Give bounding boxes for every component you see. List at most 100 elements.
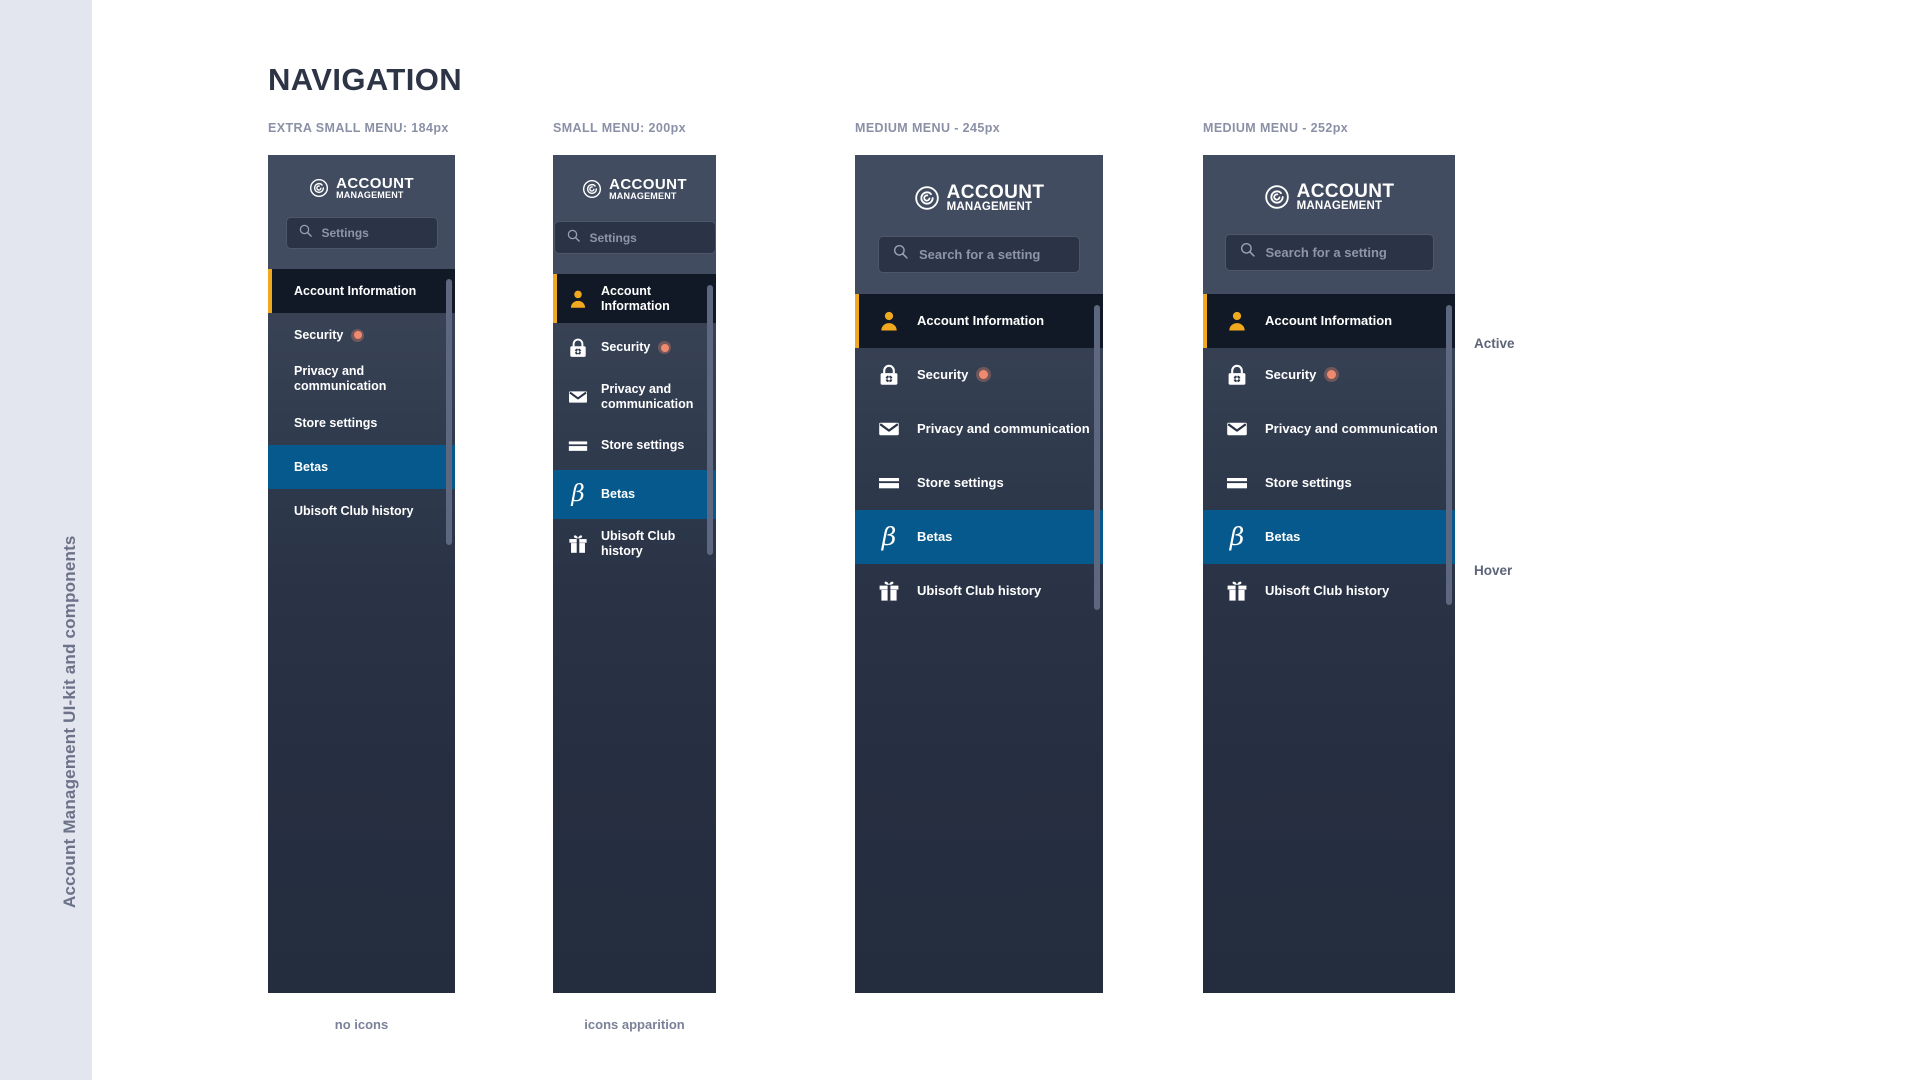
menu-item-label-wrap: Security [294,327,365,343]
search-placeholder: Search for a setting [1265,244,1387,260]
envelope-icon [877,417,901,441]
menu-item-privacy-and-communication[interactable]: Privacy and communication [268,357,455,401]
menu-item-label: Privacy and communication [1265,421,1438,437]
ubisoft-spiral-logo-icon [309,178,329,198]
menu-item-store-settings[interactable]: Store settings [1203,456,1455,510]
menu-item-account-information[interactable]: Account Information [1203,294,1455,348]
menu-item-label: Betas [601,487,636,502]
active-indicator-bar [553,323,557,372]
active-indicator-bar [268,313,272,357]
active-indicator-bar [855,456,859,510]
menu-item-store-settings[interactable]: Store settings [268,401,455,445]
menu-item-account-information[interactable]: Account Information [553,274,716,323]
menu-item-store-settings[interactable]: Store settings [553,421,716,470]
column-caption-extra-small: no icons [334,1017,389,1032]
menu-item-betas[interactable]: Betas [268,445,455,489]
brand-line-1: ACCOUNT [336,175,414,192]
credit-card-icon [567,435,589,457]
gift-icon [877,579,901,603]
active-indicator-bar [1203,456,1207,510]
menu-item-betas[interactable]: β Betas [1203,510,1455,564]
panel-extra-small-item-list: Account Information Security Privacy and c… [268,269,455,533]
menu-item-label: Security [294,327,344,342]
menu-item-security[interactable]: Security [855,348,1103,402]
panel-medium-252-search-input[interactable]: Search for a setting [1224,233,1434,271]
active-indicator-bar [855,348,859,402]
gift-icon [567,533,589,555]
active-indicator-bar [1203,348,1207,402]
active-indicator-bar [1203,564,1207,618]
brand-line-2: MANAGEMENT [336,190,404,200]
menu-item-label: Security [601,340,651,355]
menu-item-ubisoft-club-history[interactable]: Ubisoft Club history [1203,564,1455,618]
panel-medium-245-search-input[interactable]: Search for a setting [878,235,1080,273]
panel-medium-245-header: ACCOUNT MANAGEMENT Search for a setting [855,155,1103,294]
ubisoft-spiral-logo-icon [1264,184,1290,210]
menu-item-betas[interactable]: β Betas [855,510,1103,564]
menu-item-security[interactable]: Security [1203,348,1455,402]
menu-item-ubisoft-club-history[interactable]: Ubisoft Club history [855,564,1103,618]
menu-item-store-settings[interactable]: Store settings [855,456,1103,510]
panel-small-header: ACCOUNT MANAGEMENT Settings [553,155,716,274]
search-icon [892,243,909,265]
menu-item-betas[interactable]: β Betas [553,470,716,519]
menu-item-label: Privacy and communication [917,421,1090,437]
active-indicator-bar [268,401,272,445]
menu-item-label-wrap: Account Information [917,313,1044,328]
panel-medium-245-scrollbar-thumb[interactable] [1094,305,1100,610]
brand-text: ACCOUNT MANAGEMENT [336,176,414,200]
menu-item-label-wrap: Security [1265,367,1340,383]
menu-item-security[interactable]: Security [268,313,455,357]
brand-line-1: ACCOUNT [946,182,1045,203]
panel-small-scrollbar-thumb[interactable] [707,285,713,555]
menu-item-label: Security [917,367,969,383]
panel-extra-small-header: ACCOUNT MANAGEMENT Settings [268,155,455,269]
menu-item-label-wrap: Ubisoft Club history [294,504,413,519]
brand-logo: ACCOUNT MANAGEMENT [553,155,716,201]
brand-logo: ACCOUNT MANAGEMENT [1203,155,1455,213]
envelope-icon [1225,417,1249,441]
column-label-extra-small: EXTRA SMALL MENU: 184px [268,121,449,135]
active-indicator-bar [553,372,557,421]
credit-card-icon [877,471,901,495]
menu-panel-small: ACCOUNT MANAGEMENT Settings Account Informa… [553,155,716,993]
envelope-icon [567,386,589,408]
gift-icon [1225,579,1249,603]
panel-small-search-input[interactable]: Settings [553,221,716,254]
panel-medium-252-scrollbar-thumb[interactable] [1446,305,1452,605]
active-indicator-bar [855,402,859,456]
menu-item-label: Betas [1265,529,1301,545]
panel-extra-small-scrollbar-thumb[interactable] [446,279,452,545]
lock-gear-icon [1225,363,1249,387]
menu-panel-medium-252: ACCOUNT MANAGEMENT Search for a setting Acc… [1203,155,1455,993]
active-indicator-bar [855,564,859,618]
menu-item-ubisoft-club-history[interactable]: Ubisoft Club history [553,519,716,568]
menu-item-account-information[interactable]: Account Information [855,294,1103,348]
active-indicator-bar [268,445,272,489]
active-indicator-bar [553,421,557,470]
panel-extra-small-search-input[interactable]: Settings [285,217,438,249]
menu-item-label-wrap: Betas [917,529,952,544]
search-icon [1239,241,1256,263]
menu-item-privacy-and-communication[interactable]: Privacy and communication [553,372,716,421]
beta-icon: β [571,480,585,507]
menu-item-label: Account Information [917,313,1045,329]
column-caption-small: icons apparition [584,1017,685,1032]
menu-item-label: Ubisoft Club history [294,503,414,518]
menu-panel-extra-small: ACCOUNT MANAGEMENT Settings Account Informa… [268,155,455,993]
menu-item-label-wrap: Store settings [294,416,377,431]
notification-badge-dot [976,367,992,383]
menu-item-label-wrap: Ubisoft Club history [1265,583,1389,598]
menu-item-privacy-and-communication[interactable]: Privacy and communication [1203,402,1455,456]
column-label-medium-252: MEDIUM MENU - 252px [1203,121,1349,135]
menu-item-security[interactable]: Security [553,323,716,372]
menu-item-privacy-and-communication[interactable]: Privacy and communication [855,402,1103,456]
person-icon [877,309,901,333]
active-indicator-bar [268,489,272,533]
brand-logo: ACCOUNT MANAGEMENT [268,155,455,200]
menu-item-ubisoft-club-history[interactable]: Ubisoft Club history [268,489,455,533]
menu-item-label: Store settings [294,415,378,430]
menu-item-account-information[interactable]: Account Information [268,269,455,313]
ubisoft-spiral-logo-icon [582,179,602,199]
menu-item-label-wrap: Store settings [917,475,1004,490]
